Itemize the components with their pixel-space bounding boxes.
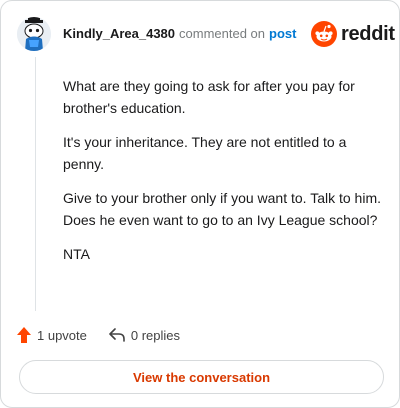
post-link[interactable]: post bbox=[269, 26, 296, 41]
comment-paragraph: Give to your brother only if you want to… bbox=[63, 190, 382, 228]
comment-body: What are they going to ask for after you… bbox=[63, 75, 383, 277]
reply-arrow-icon bbox=[109, 328, 125, 342]
commented-on-text: commented on bbox=[179, 26, 266, 41]
username[interactable]: Kindly_Area_4380 bbox=[63, 26, 175, 41]
comment-actions: 1 upvote 0 replies bbox=[17, 327, 180, 343]
avatar-snoo-icon bbox=[17, 17, 51, 51]
comment-paragraph: It's your inheritance. They are not enti… bbox=[63, 134, 347, 172]
upvote-button[interactable]: 1 upvote bbox=[17, 327, 87, 343]
comment-paragraph: What are they going to ask for after you… bbox=[63, 78, 355, 116]
replies-count: 0 replies bbox=[130, 327, 181, 343]
reddit-wordmark: reddit bbox=[341, 22, 395, 45]
view-conversation-button[interactable]: View the conversation bbox=[19, 360, 384, 394]
replies-button[interactable]: 0 replies bbox=[109, 328, 180, 343]
reddit-logo[interactable]: reddit bbox=[311, 21, 395, 47]
reddit-snoo-icon bbox=[311, 21, 337, 47]
avatar[interactable] bbox=[17, 17, 51, 51]
upvote-count: 1 upvote bbox=[37, 327, 87, 343]
comment-paragraph: NTA bbox=[63, 246, 90, 262]
comment-header: Kindly_Area_4380 commented on post bbox=[63, 26, 296, 41]
thread-line bbox=[35, 57, 36, 311]
upvote-arrow-icon bbox=[17, 327, 31, 343]
comment-card: Kindly_Area_4380 commented on post reddit … bbox=[0, 0, 400, 408]
